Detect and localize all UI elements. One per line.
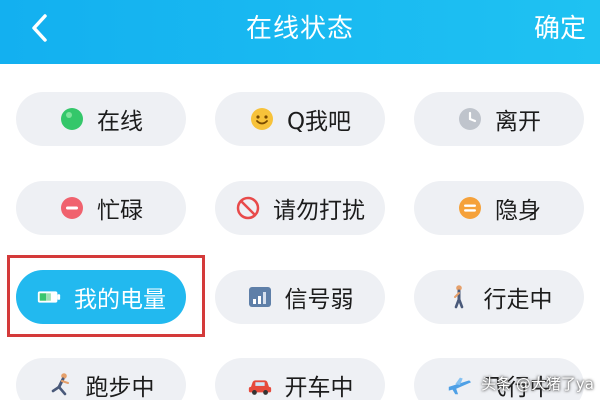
status-label: 忙碌 (97, 198, 143, 224)
running-icon (48, 372, 74, 398)
watermark: 头条 @大猪了ya (481, 375, 594, 393)
smiley-icon (249, 106, 275, 132)
status-running[interactable]: 跑步中 (16, 358, 186, 400)
status-label: 我的电量 (74, 287, 166, 313)
status-label: 跑步中 (85, 375, 155, 400)
no-entry-icon (235, 195, 261, 221)
status-invisible[interactable]: 隐身 (414, 181, 584, 235)
status-label: Q我吧 (286, 109, 352, 135)
status-label: 隐身 (495, 198, 541, 224)
page-title: 在线状态 (245, 14, 354, 44)
status-label: 信号弱 (284, 287, 354, 313)
status-away[interactable]: 离开 (414, 92, 584, 146)
status-grid: 在线 Q我吧 离开 忙碌 请勿打扰 隐身 我的电量 信号弱 行走中 跑步中 开车… (0, 64, 600, 400)
status-label: 行走中 (483, 287, 553, 313)
header-bar: 在线状态 确定 (0, 0, 600, 64)
status-online[interactable]: 在线 (16, 92, 186, 146)
status-my-battery[interactable]: 我的电量 (16, 270, 186, 324)
car-icon (247, 372, 273, 398)
red-minus-icon (59, 195, 85, 221)
confirm-button[interactable]: 确定 (534, 8, 586, 45)
signal-icon (247, 284, 273, 310)
status-busy[interactable]: 忙碌 (16, 181, 186, 235)
status-driving[interactable]: 开车中 (215, 358, 385, 400)
status-weak-signal[interactable]: 信号弱 (215, 270, 385, 324)
status-label: 开车中 (284, 375, 354, 400)
battery-icon (36, 284, 62, 310)
green-dot-icon (59, 106, 85, 132)
status-label: 离开 (495, 109, 541, 135)
walking-icon (446, 284, 472, 310)
status-label: 在线 (97, 109, 143, 135)
status-label: 请勿打扰 (273, 198, 365, 224)
status-walking[interactable]: 行走中 (414, 270, 584, 324)
airplane-icon (446, 372, 472, 398)
clock-icon (457, 106, 483, 132)
orange-hide-icon (457, 195, 483, 221)
status-do-not-disturb[interactable]: 请勿打扰 (215, 181, 385, 235)
status-q-me[interactable]: Q我吧 (215, 92, 385, 146)
